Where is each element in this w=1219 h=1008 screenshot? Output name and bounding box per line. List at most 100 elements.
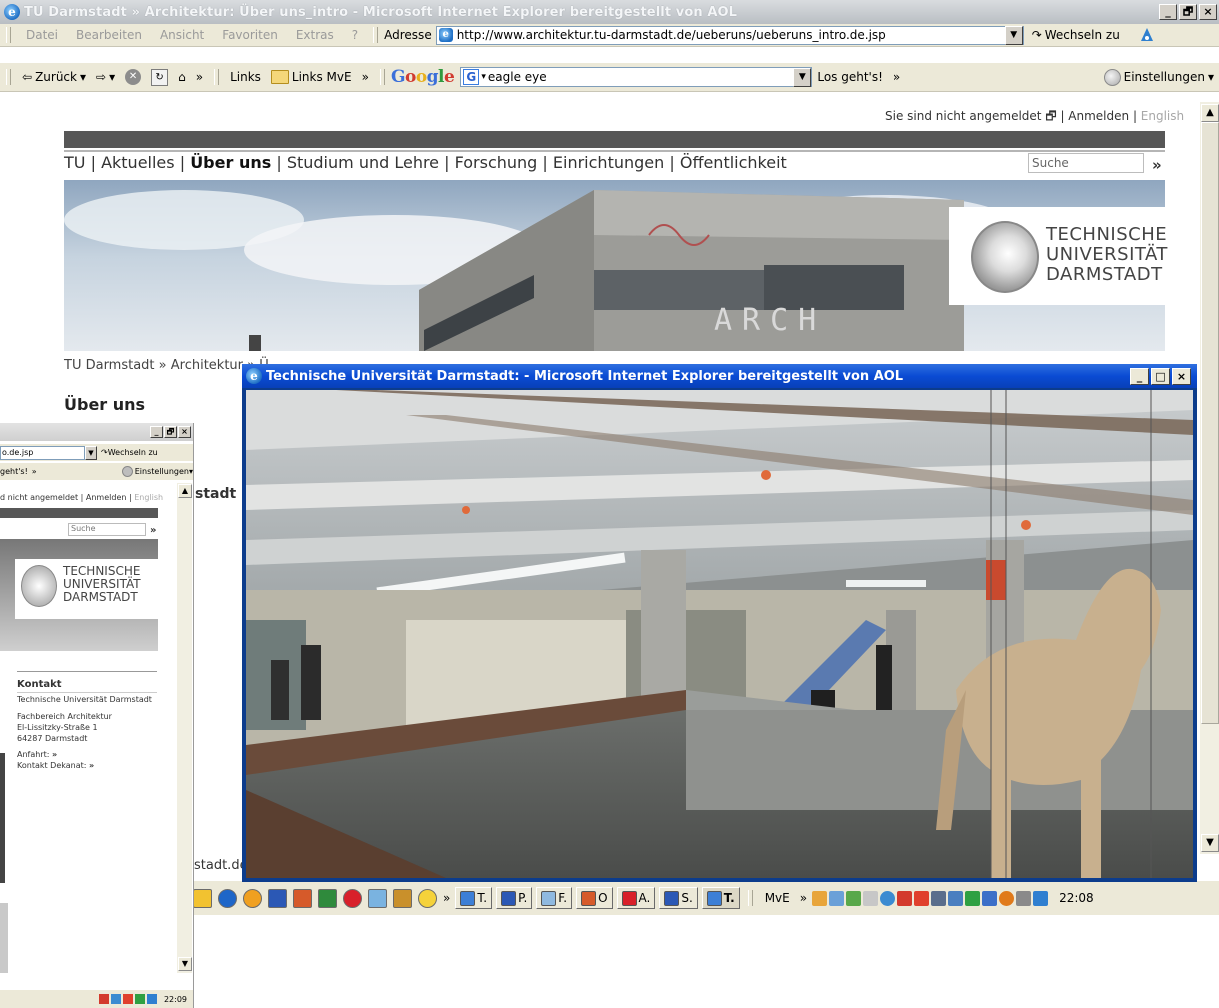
refresh-button[interactable]: ↻ <box>146 68 173 86</box>
address-input[interactable]: o.de.jsp <box>0 445 85 460</box>
nav-ueber-uns[interactable]: Über uns <box>190 153 271 172</box>
media-player-icon[interactable] <box>243 888 262 908</box>
toolbar-grip[interactable] <box>747 890 753 906</box>
nav-studium[interactable]: Studium und Lehre <box>287 153 439 172</box>
toolbar-grip[interactable] <box>6 27 11 43</box>
menu-tools[interactable]: Extras <box>287 28 343 42</box>
tray-icon[interactable] <box>897 890 913 906</box>
tray-icon[interactable] <box>914 890 930 906</box>
signal-icon[interactable] <box>965 890 981 906</box>
close-button[interactable]: × <box>1199 4 1217 20</box>
word-icon[interactable] <box>268 888 287 908</box>
nav-forschung[interactable]: Forschung <box>455 153 538 172</box>
nav-tu[interactable]: TU <box>64 153 85 172</box>
taskbar-acrobat-button[interactable]: A. <box>616 887 656 909</box>
go-button[interactable]: ↷ Wechseln zu <box>1024 28 1128 42</box>
tray-icon[interactable] <box>982 890 998 906</box>
google-search-button[interactable]: geht's! <box>0 467 28 476</box>
taskbar-word-button[interactable]: P. <box>496 887 533 909</box>
more-button[interactable]: » <box>32 467 37 476</box>
address-input[interactable]: http://www.architektur.tu-darmstadt.de/u… <box>457 28 1005 42</box>
close-button[interactable]: × <box>1172 368 1191 385</box>
close-button[interactable]: × <box>178 426 191 438</box>
ie-quicklaunch-icon[interactable] <box>218 888 237 908</box>
minimize-button[interactable]: _ <box>1130 368 1149 385</box>
menu-favorites[interactable]: Favoriten <box>213 28 287 42</box>
address-dropdown-button[interactable]: ▼ <box>85 445 97 460</box>
tray-icon[interactable] <box>98 994 109 1004</box>
signal-icon[interactable] <box>134 994 145 1004</box>
tray-icon[interactable] <box>880 890 896 906</box>
restore-button[interactable]: 🗗 <box>1179 4 1197 20</box>
tray-icon[interactable] <box>812 890 828 906</box>
menu-help[interactable]: ? <box>343 28 367 42</box>
quicklaunch-icon[interactable] <box>193 888 212 908</box>
tray-icon[interactable] <box>846 890 862 906</box>
more-links-button[interactable]: » <box>357 70 374 84</box>
go-button[interactable]: Wechseln zu <box>108 448 158 457</box>
nav-einrichtungen[interactable]: Einrichtungen <box>553 153 664 172</box>
taskbar-powerpoint-button[interactable]: O <box>576 887 613 909</box>
tray-icon[interactable] <box>1033 890 1049 906</box>
links-label[interactable]: Links <box>225 70 266 84</box>
site-search-input[interactable]: Suche <box>68 523 146 536</box>
directions-link[interactable]: Anfahrt: » <box>17 750 57 759</box>
address-dropdown-button[interactable]: ▼ <box>1004 25 1023 45</box>
taskbar-ie-active-button[interactable]: T. <box>701 887 740 909</box>
tray-icon[interactable] <box>999 890 1015 906</box>
site-search-button[interactable]: » <box>150 525 156 536</box>
dean-contact-link[interactable]: Kontakt Dekanat: » <box>17 761 94 770</box>
excel-icon[interactable] <box>318 888 337 908</box>
english-link[interactable]: English <box>1141 109 1184 123</box>
forward-button[interactable]: ⇨ ▾ <box>91 70 120 84</box>
stop-button[interactable]: ✕ <box>120 69 146 85</box>
links-mve-button[interactable]: Links MvE <box>266 70 357 84</box>
home-button[interactable]: ⌂ <box>173 70 191 84</box>
quicklaunch-more[interactable]: » <box>443 891 450 905</box>
network-icon[interactable] <box>948 890 964 906</box>
restore-button[interactable]: 🗗 <box>164 426 177 438</box>
toolbar-grip[interactable] <box>6 69 11 85</box>
tray-icon[interactable] <box>146 994 157 1004</box>
site-search-input[interactable]: Suche <box>1028 153 1144 173</box>
background-window[interactable]: _ 🗗 × o.de.jsp ▼ ↷ Wechseln zu geht's! »… <box>0 423 194 1008</box>
google-search-button[interactable]: Los geht's! <box>812 70 888 84</box>
breadcrumb[interactable]: TU Darmstadt » Architektur » Ü <box>64 358 269 373</box>
login-link[interactable]: Anmelden <box>1068 109 1129 123</box>
more-google-button[interactable]: » <box>888 70 905 84</box>
taskbar-mve-toolbar[interactable]: MvE <box>765 891 790 905</box>
main-scrollbar[interactable]: ▲ ▼ <box>1200 102 1219 854</box>
menu-edit[interactable]: Bearbeiten <box>67 28 151 42</box>
background-window-scrollbar[interactable]: ▲ ▼ <box>177 483 192 973</box>
site-search-button[interactable]: » <box>1152 156 1162 174</box>
acrobat-icon[interactable] <box>343 888 362 908</box>
scroll-down-button[interactable]: ▼ <box>178 957 192 971</box>
minimize-button[interactable]: _ <box>1159 4 1177 20</box>
taskbar-search-button[interactable]: F. <box>536 887 573 909</box>
scroll-thumb[interactable] <box>1201 122 1219 724</box>
volume-icon[interactable] <box>863 890 879 906</box>
tray-icon[interactable] <box>110 994 121 1004</box>
sun-icon[interactable] <box>418 888 437 908</box>
menu-file[interactable]: Datei <box>17 28 67 42</box>
chevron-down-icon[interactable]: ▾ <box>109 70 115 84</box>
minimize-button[interactable]: _ <box>150 426 163 438</box>
menu-view[interactable]: Ansicht <box>151 28 213 42</box>
taskbar-ie-button[interactable]: T. <box>455 887 493 909</box>
settings-button[interactable]: Einstellungen ▾ <box>1099 68 1219 86</box>
tray-icon[interactable] <box>931 890 947 906</box>
scroll-up-button[interactable]: ▲ <box>1201 104 1219 122</box>
back-button[interactable]: ⇦ Zurück ▾ <box>17 70 91 84</box>
google-search-input[interactable]: eagle eye <box>486 70 793 84</box>
popup-titlebar[interactable]: e Technische Universität Darmstadt: - Mi… <box>242 364 1197 388</box>
settings-label[interactable]: Einstellungen <box>135 467 189 476</box>
toolbar-grip[interactable] <box>379 69 385 85</box>
nav-aktuelles[interactable]: Aktuelles <box>101 153 175 172</box>
address-bar[interactable]: e http://www.architektur.tu-darmstadt.de… <box>435 25 1024 45</box>
tray-icon[interactable] <box>1016 890 1032 906</box>
chevron-down-icon[interactable]: ▾ <box>80 70 86 84</box>
google-search-dropdown[interactable]: ▼ <box>793 67 812 87</box>
paint-icon[interactable] <box>393 888 412 908</box>
popup-window[interactable]: e Technische Universität Darmstadt: - Mi… <box>242 364 1197 882</box>
powerpoint-icon[interactable] <box>293 888 312 908</box>
